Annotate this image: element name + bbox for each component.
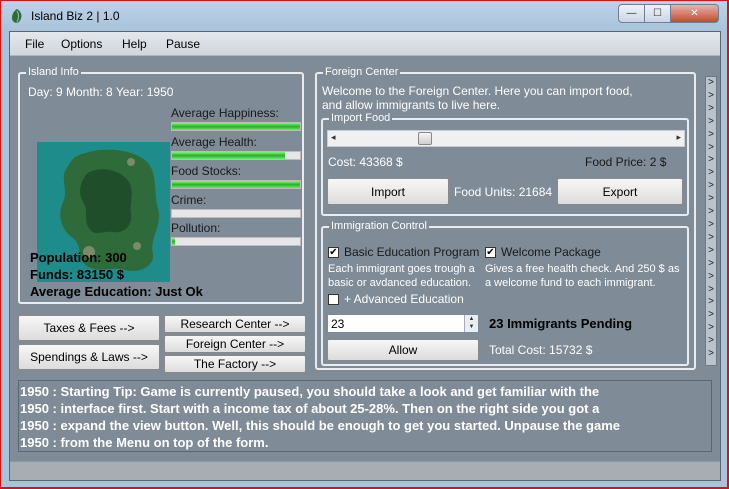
app-leaf-icon [12,9,22,23]
food-units-label: Food Units: 21684 [454,185,553,199]
education-label: Average Education: Just Ok [30,284,203,299]
advanced-education-label: + Advanced Education [344,292,464,306]
expand-arrow-icon: > [708,231,714,243]
foreign-welcome-text: Welcome to the Foreign Center. Here you … [322,84,633,112]
import-button[interactable]: Import [327,178,449,205]
health-bar [171,151,301,160]
expand-arrow-icon: > [708,193,714,205]
scroll-right-arrow[interactable]: ▸ [676,132,681,143]
log-line: 1950 : interface first. Start with a inc… [20,401,600,416]
expand-arrow-icon: > [708,283,714,295]
immigration-control-title: Immigration Control [329,219,429,233]
taxes-fees-button[interactable]: Taxes & Fees --> [18,315,160,341]
expand-arrow-icon: > [708,180,714,192]
basic-education-desc: Each immigrant goes trough a basic or av… [328,263,475,289]
pollution-bar [171,237,301,246]
expand-arrow-icon: > [708,77,714,88]
health-label: Average Health: [171,135,257,149]
population-label: Population: 300 [30,250,127,265]
expand-arrow-icon: > [708,89,714,101]
expand-arrow-icon: > [708,322,714,334]
research-center-button[interactable]: Research Center --> [164,315,306,333]
allow-button[interactable]: Allow [327,339,479,361]
spendings-laws-button[interactable]: Spendings & Laws --> [18,344,160,370]
foreign-center-title: Foreign Center [323,65,401,79]
total-cost-label: Total Cost: 15732 $ [489,343,593,357]
menu-pause[interactable]: Pause [166,37,200,51]
menu-file[interactable]: File [25,37,44,51]
expand-arrow-icon: > [708,296,714,308]
pollution-label: Pollution: [171,221,221,235]
expand-arrow-icon: > [708,102,714,114]
crime-bar [171,209,301,218]
expand-arrow-icon: > [708,270,714,282]
food-stocks-label: Food Stocks: [171,164,242,178]
log-line: 1950 : expand the view button. Well, thi… [20,418,621,433]
export-button[interactable]: Export [557,178,683,205]
factory-button[interactable]: The Factory --> [164,355,306,373]
message-log: 1950 : Starting Tip: Game is currently p… [18,380,712,452]
foreign-center-group: Foreign Center Welcome to the Foreign Ce… [315,65,696,370]
expand-arrow-icon: > [708,206,714,218]
stepper-down-icon[interactable]: ▼ [465,323,478,331]
caption-buttons: — ☐ ✕ [618,4,719,23]
expand-arrow-icon: > [708,348,714,360]
island-info-title: Island Info [26,65,81,79]
import-cost-label: Cost: 43368 $ [328,155,403,169]
welcome-package-label: Welcome Package [501,245,601,259]
funds-label: Funds: 83150 $ [30,267,124,282]
menu-options[interactable]: Options [61,37,102,51]
expand-arrow-icon: > [708,141,714,153]
island-info-group: Island Info Day: 9 Month: 8 Year: 1950 A… [18,65,304,304]
import-food-group: Import Food ◂ ▸ Cost: 43368 $ Food Price… [321,111,689,216]
date-label: Day: 9 Month: 8 Year: 1950 [28,85,174,99]
expand-arrow-icon: > [708,115,714,127]
expand-arrow-icon: > [708,244,714,256]
app-window: Island Biz 2 | 1.0 — ☐ ✕ File Options He… [0,0,729,489]
expand-arrow-icon: > [708,309,714,321]
expand-arrow-icon: > [708,257,714,269]
immigrant-count-value[interactable]: 23 [331,317,344,331]
expand-arrow-icon: > [708,154,714,166]
immigrant-count-stepper[interactable]: 23 ▲ ▼ [327,314,479,333]
basic-education-checkbox[interactable]: ✔ [328,247,339,258]
crime-label: Crime: [171,193,207,207]
stepper-up-icon[interactable]: ▲ [465,315,478,323]
expand-arrow-icon: > [708,167,714,179]
title-bar: Island Biz 2 | 1.0 — ☐ ✕ [1,1,728,31]
expand-view-button[interactable]: > > > > > > > > > > > > > > > > > > > > > > [705,76,717,366]
close-button[interactable]: ✕ [671,4,719,23]
log-line: 1950 : Starting Tip: Game is currently p… [20,384,600,399]
menu-bar: File Options Help Pause [10,32,720,56]
expand-arrow-icon: > [708,218,714,230]
basic-education-label: Basic Education Program [344,245,480,259]
scroll-left-arrow[interactable]: ◂ [331,132,336,143]
expand-arrow-icon: > [708,335,714,347]
foreign-center-button[interactable]: Foreign Center --> [164,335,306,353]
minimize-button[interactable]: — [618,4,645,23]
food-stocks-bar [171,180,301,189]
immigrants-pending-label: 23 Immigrants Pending [489,316,633,331]
menu-help[interactable]: Help [122,37,147,51]
food-price-label: Food Price: 2 $ [585,155,667,169]
stepper-buttons: ▲ ▼ [464,315,478,332]
status-bar [10,461,720,480]
advanced-education-checkbox[interactable] [328,294,339,305]
client-area: File Options Help Pause Island Info Day:… [9,31,721,481]
import-food-title: Import Food [329,111,393,125]
window-title: Island Biz 2 | 1.0 [31,9,120,23]
expand-arrow-icon: > [708,128,714,140]
maximize-button[interactable]: ☐ [645,4,671,23]
happiness-label: Average Happiness: [171,106,279,120]
happiness-bar [171,122,301,131]
welcome-package-checkbox[interactable]: ✔ [485,247,496,258]
log-line: 1950 : from the Menu on top of the form. [20,435,269,450]
welcome-package-desc: Gives a free health check. And 250 $ as … [485,263,680,289]
scroll-thumb[interactable] [417,132,432,145]
immigration-control-group: Immigration Control ✔ Basic Education Pr… [321,219,689,366]
food-amount-scrollbar[interactable]: ◂ ▸ [327,130,685,147]
